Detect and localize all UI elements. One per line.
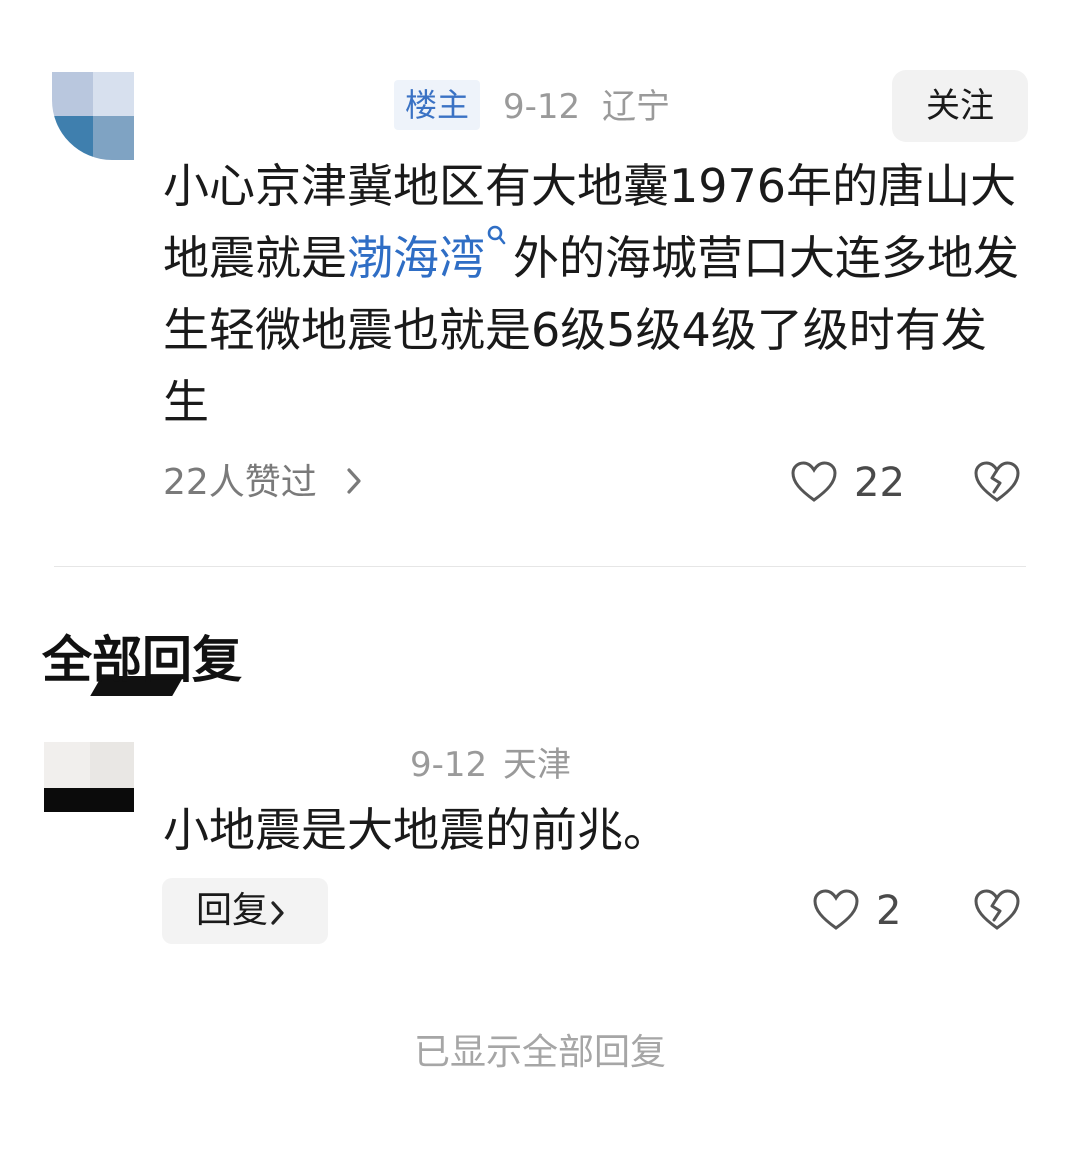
likers-link[interactable]: 22人赞过	[163, 458, 362, 508]
reply-button-label: 回复	[196, 890, 269, 931]
avatar[interactable]	[44, 742, 134, 822]
section-title: 全部回复	[42, 631, 242, 689]
search-icon	[487, 225, 506, 245]
heart-outline-icon[interactable]	[812, 888, 860, 932]
broken-heart-icon[interactable]	[973, 460, 1021, 504]
post-location: 辽宁	[602, 87, 670, 127]
chevron-right-icon	[271, 901, 284, 925]
reply-text: 小地震是大地震的前兆。	[163, 803, 669, 857]
all-replies-shown-text: 已显示全部回复	[413, 1032, 666, 1073]
follow-button[interactable]: 关注	[892, 70, 1028, 142]
topic-link[interactable]: 渤海湾	[347, 225, 513, 285]
likers-text: 22人赞过	[163, 462, 317, 503]
reply-like-count: 2	[876, 888, 902, 934]
back-chevron-icon[interactable]	[52, 0, 74, 8]
comment-text: 小心京津冀地区有大地囊1976年的唐山大地震就是渤海湾 外的海城营口大连多地发生轻…	[163, 150, 1023, 438]
reply-location: 天津	[503, 745, 571, 785]
like-count: 22	[854, 460, 905, 506]
heart-outline-icon[interactable]	[790, 460, 838, 504]
reply-button[interactable]: 回复	[162, 878, 328, 944]
divider	[54, 566, 1026, 567]
op-badge: 楼主	[394, 80, 480, 130]
chevron-right-icon	[347, 468, 361, 494]
avatar[interactable]	[52, 72, 134, 160]
post-date: 9-12	[503, 87, 581, 127]
topic-link-label[interactable]: 渤海湾	[347, 231, 485, 285]
reply-date: 9-12	[410, 745, 488, 785]
broken-heart-icon[interactable]	[973, 888, 1021, 932]
